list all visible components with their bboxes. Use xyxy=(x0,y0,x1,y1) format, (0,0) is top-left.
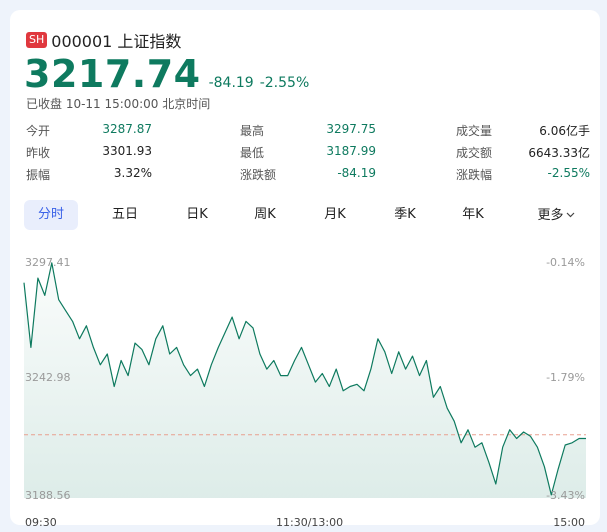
period-tabs: 分时 五日 日K 周K 月K 季K 年K 更多 xyxy=(24,200,590,230)
tab-intraday[interactable]: 分时 xyxy=(24,200,78,230)
market-badge: SH xyxy=(26,32,48,48)
price-area-fill xyxy=(24,262,586,498)
stat-value-turnover: 6643.33亿 xyxy=(528,146,590,160)
stat-value-amplitude: 3.32% xyxy=(113,166,152,180)
stat-label-open: 今开 xyxy=(26,124,51,138)
stat-value-change-pct: -2.55% xyxy=(547,166,590,180)
tab-five-day[interactable]: 五日 xyxy=(98,200,152,230)
price-row: 3217.74 -84.19 -2.55% xyxy=(24,52,309,96)
y-tick-left-top: 3297.41 xyxy=(25,256,71,269)
y-tick-right-top: -0.14% xyxy=(546,256,585,269)
stat-label-change-pct: 涨跌幅 xyxy=(456,168,493,182)
price-change-pct: -2.55% xyxy=(259,75,310,91)
quote-card: SH 000001 上证指数 3217.74 -84.19 -2.55% 已收盘… xyxy=(10,10,600,529)
stat-value-low: 3187.99 xyxy=(326,144,376,158)
stat-label-low: 最低 xyxy=(240,146,265,160)
stats-grid: 今开 3287.87 最高 3297.75 成交量 6.06亿手 昨收 3301… xyxy=(26,122,590,188)
stat-value-change-amt: -84.19 xyxy=(337,166,376,180)
y-tick-right-bottom: -3.43% xyxy=(546,489,585,502)
stat-value-high: 3297.75 xyxy=(326,122,376,136)
stat-label-high: 最高 xyxy=(240,124,265,138)
stat-label-turnover: 成交额 xyxy=(456,146,493,160)
stat-value-prev-close: 3301.93 xyxy=(102,144,152,158)
stat-label-prev-close: 昨收 xyxy=(26,146,51,160)
stat-value-open: 3287.87 xyxy=(102,122,152,136)
stat-label-volume: 成交量 xyxy=(456,124,493,138)
y-tick-right-mid: -1.79% xyxy=(546,371,585,384)
x-tick-start: 09:30 xyxy=(25,516,57,529)
stats-row: 昨收 3301.93 最低 3187.99 成交额 6643.33亿 xyxy=(26,144,590,166)
stat-label-change-amt: 涨跌额 xyxy=(240,168,277,182)
stat-label-amplitude: 振幅 xyxy=(26,168,51,182)
y-tick-left-bottom: 3188.56 xyxy=(25,489,71,502)
tab-yearly-k[interactable]: 年K xyxy=(446,200,500,230)
market-status: 已收盘 10-11 15:00:00 北京时间 xyxy=(26,97,211,111)
price-change: -84.19 xyxy=(208,75,254,91)
tab-quarterly-k[interactable]: 季K xyxy=(378,200,432,230)
intraday-chart: 3297.41 3242.98 3188.56 -0.14% -1.79% -3… xyxy=(10,242,600,532)
y-tick-left-mid: 3242.98 xyxy=(25,371,71,384)
stats-row: 今开 3287.87 最高 3297.75 成交量 6.06亿手 xyxy=(26,122,590,144)
stock-title: 000001 上证指数 xyxy=(51,32,182,51)
chart-canvas xyxy=(23,262,586,498)
tab-weekly-k[interactable]: 周K xyxy=(238,200,292,230)
stock-header: SH 000001 上证指数 xyxy=(26,28,181,52)
tab-more[interactable]: 更多 xyxy=(526,200,586,230)
chevron-down-icon xyxy=(566,200,575,230)
stat-value-volume: 6.06亿手 xyxy=(539,124,590,138)
x-tick-end: 15:00 xyxy=(553,516,585,529)
tab-more-label: 更多 xyxy=(537,208,564,223)
tab-monthly-k[interactable]: 月K xyxy=(308,200,362,230)
tab-daily-k[interactable]: 日K xyxy=(170,200,224,230)
current-price: 3217.74 xyxy=(24,52,201,96)
x-tick-mid: 11:30/13:00 xyxy=(276,516,344,529)
stats-row: 振幅 3.32% 涨跌额 -84.19 涨跌幅 -2.55% xyxy=(26,166,590,188)
